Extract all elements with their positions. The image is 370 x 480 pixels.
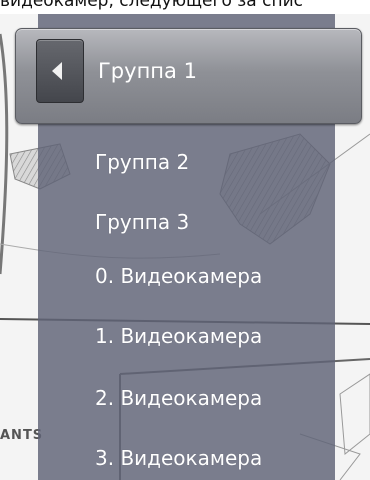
menu-item-group-3[interactable]: Группа 3: [95, 210, 189, 234]
menu-item-group-2[interactable]: Группа 2: [95, 150, 189, 174]
page-caption: видеокамер, следующего за спис: [0, 0, 303, 11]
current-group-title: Группа 1: [98, 59, 197, 83]
menu-item-camera-3[interactable]: 3. Видеокамера: [95, 446, 262, 470]
menu-header: Группа 1: [15, 28, 362, 124]
back-button[interactable]: [36, 39, 84, 103]
left-arrow-icon: [52, 62, 62, 80]
menu-item-camera-2[interactable]: 2. Видеокамера: [95, 386, 262, 410]
map-label: ANTS: [0, 428, 44, 443]
menu-item-camera-0[interactable]: 0. Видеокамера: [95, 264, 262, 288]
page: видеокамер, следующего за спис ANTS Груп…: [0, 0, 370, 480]
menu-item-camera-1[interactable]: 1. Видеокамера: [95, 324, 262, 348]
